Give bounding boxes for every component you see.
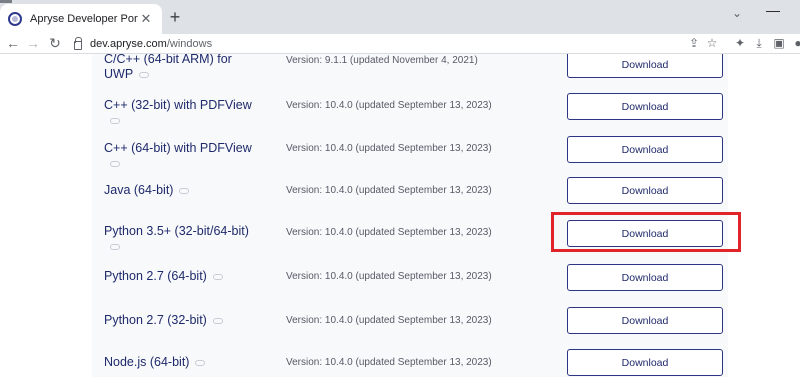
extensions-icon[interactable]: ✦ — [732, 35, 748, 51]
download-row: Python 2.7 (64-bit) Version: 10.4.0 (upd… — [92, 264, 728, 307]
lock-icon[interactable] — [74, 36, 82, 50]
tab-bar: Apryse Developer Portal ✕ + ⌄ — — [0, 0, 800, 34]
share-icon[interactable]: ⇪ — [686, 35, 702, 51]
download-row: Node.js (64-bit) Version: 10.4.0 (update… — [92, 348, 728, 377]
download-row: Python 2.7 (32-bit) Version: 10.4.0 (upd… — [92, 306, 728, 349]
package-name[interactable]: C++ (64-bit) with PDFView — [104, 141, 254, 171]
back-arrow-icon[interactable]: ← — [4, 35, 22, 51]
download-button[interactable]: Download — [567, 93, 723, 120]
link-icon[interactable] — [212, 317, 223, 324]
link-icon[interactable] — [110, 160, 120, 167]
page-viewport: C/C++ (64-bit ARM) for UWP Version: 9.1.… — [0, 54, 800, 377]
download-row: C++ (32-bit) with PDFView Version: 10.4.… — [92, 92, 728, 135]
package-version: Version: 10.4.0 (updated September 13, 2… — [286, 143, 492, 154]
package-name[interactable]: Node.js (64-bit) — [104, 355, 254, 370]
package-name[interactable]: C/C++ (64-bit ARM) for UWP — [104, 54, 254, 82]
package-version: Version: 10.4.0 (updated September 13, 2… — [286, 271, 492, 282]
package-version: Version: 9.1.1 (updated November 4, 2021… — [286, 55, 478, 66]
package-version: Version: 10.4.0 (updated September 13, 2… — [286, 315, 492, 326]
download-button[interactable]: Download — [567, 349, 723, 376]
download-button[interactable]: Download — [567, 177, 723, 204]
link-icon[interactable] — [195, 359, 206, 366]
link-icon[interactable] — [139, 71, 150, 78]
link-icon[interactable] — [212, 273, 223, 280]
link-icon[interactable] — [179, 187, 190, 194]
url-path: /windows — [166, 38, 213, 50]
package-name[interactable]: Python 2.7 (64-bit) — [104, 269, 254, 284]
package-name[interactable]: Java (64-bit) — [104, 183, 254, 198]
url-text[interactable]: dev.apryse.com/windows — [90, 38, 212, 50]
reload-icon[interactable]: ↻ — [46, 35, 64, 51]
profile-avatar-icon[interactable]: ● — [790, 35, 800, 51]
download-button[interactable]: Download — [567, 264, 723, 291]
minimize-window-button[interactable]: — — [766, 2, 780, 18]
address-bar[interactable]: dev.apryse.com/windows — [66, 35, 726, 53]
bookmark-star-icon[interactable]: ☆ — [704, 35, 720, 51]
link-icon[interactable] — [110, 117, 120, 124]
forward-arrow-icon[interactable]: → — [24, 35, 42, 51]
download-button[interactable]: Download — [567, 54, 723, 78]
package-version: Version: 10.4.0 (updated September 13, 2… — [286, 227, 492, 238]
new-tab-button[interactable]: + — [164, 7, 186, 29]
download-row: C++ (64-bit) with PDFView Version: 10.4.… — [92, 135, 728, 178]
package-name[interactable]: C++ (32-bit) with PDFView — [104, 98, 254, 128]
browser-tab[interactable]: Apryse Developer Portal ✕ — [0, 4, 162, 34]
link-icon[interactable] — [110, 243, 120, 250]
downloads-icon[interactable]: ⤓ — [751, 35, 767, 51]
download-row: C/C++ (64-bit ARM) for UWP Version: 9.1.… — [92, 54, 728, 93]
tab-title: Apryse Developer Portal — [30, 13, 138, 25]
download-button[interactable]: Download — [567, 307, 723, 334]
side-panel-icon[interactable]: ▣ — [771, 35, 787, 51]
tab-search-chevron-icon[interactable]: ⌄ — [732, 6, 742, 20]
url-host: dev.apryse.com — [90, 38, 167, 50]
package-name[interactable]: Python 3.5+ (32-bit/64-bit) — [104, 224, 254, 254]
package-name[interactable]: Python 2.7 (32-bit) — [104, 313, 254, 328]
download-button[interactable]: Download — [567, 136, 723, 163]
package-version: Version: 10.4.0 (updated September 13, 2… — [286, 100, 492, 111]
highlight-box — [551, 212, 741, 252]
package-version: Version: 10.4.0 (updated September 13, 2… — [286, 357, 492, 368]
close-tab-icon[interactable]: ✕ — [138, 11, 154, 27]
window-corner-mark — [0, 0, 12, 3]
package-version: Version: 10.4.0 (updated September 13, 2… — [286, 185, 492, 196]
browser-toolbar: ← → ↻ dev.apryse.com/windows ⇪ ☆ ✦ ⤓ ▣ ● — [0, 34, 800, 54]
apryse-favicon-icon — [8, 12, 22, 26]
